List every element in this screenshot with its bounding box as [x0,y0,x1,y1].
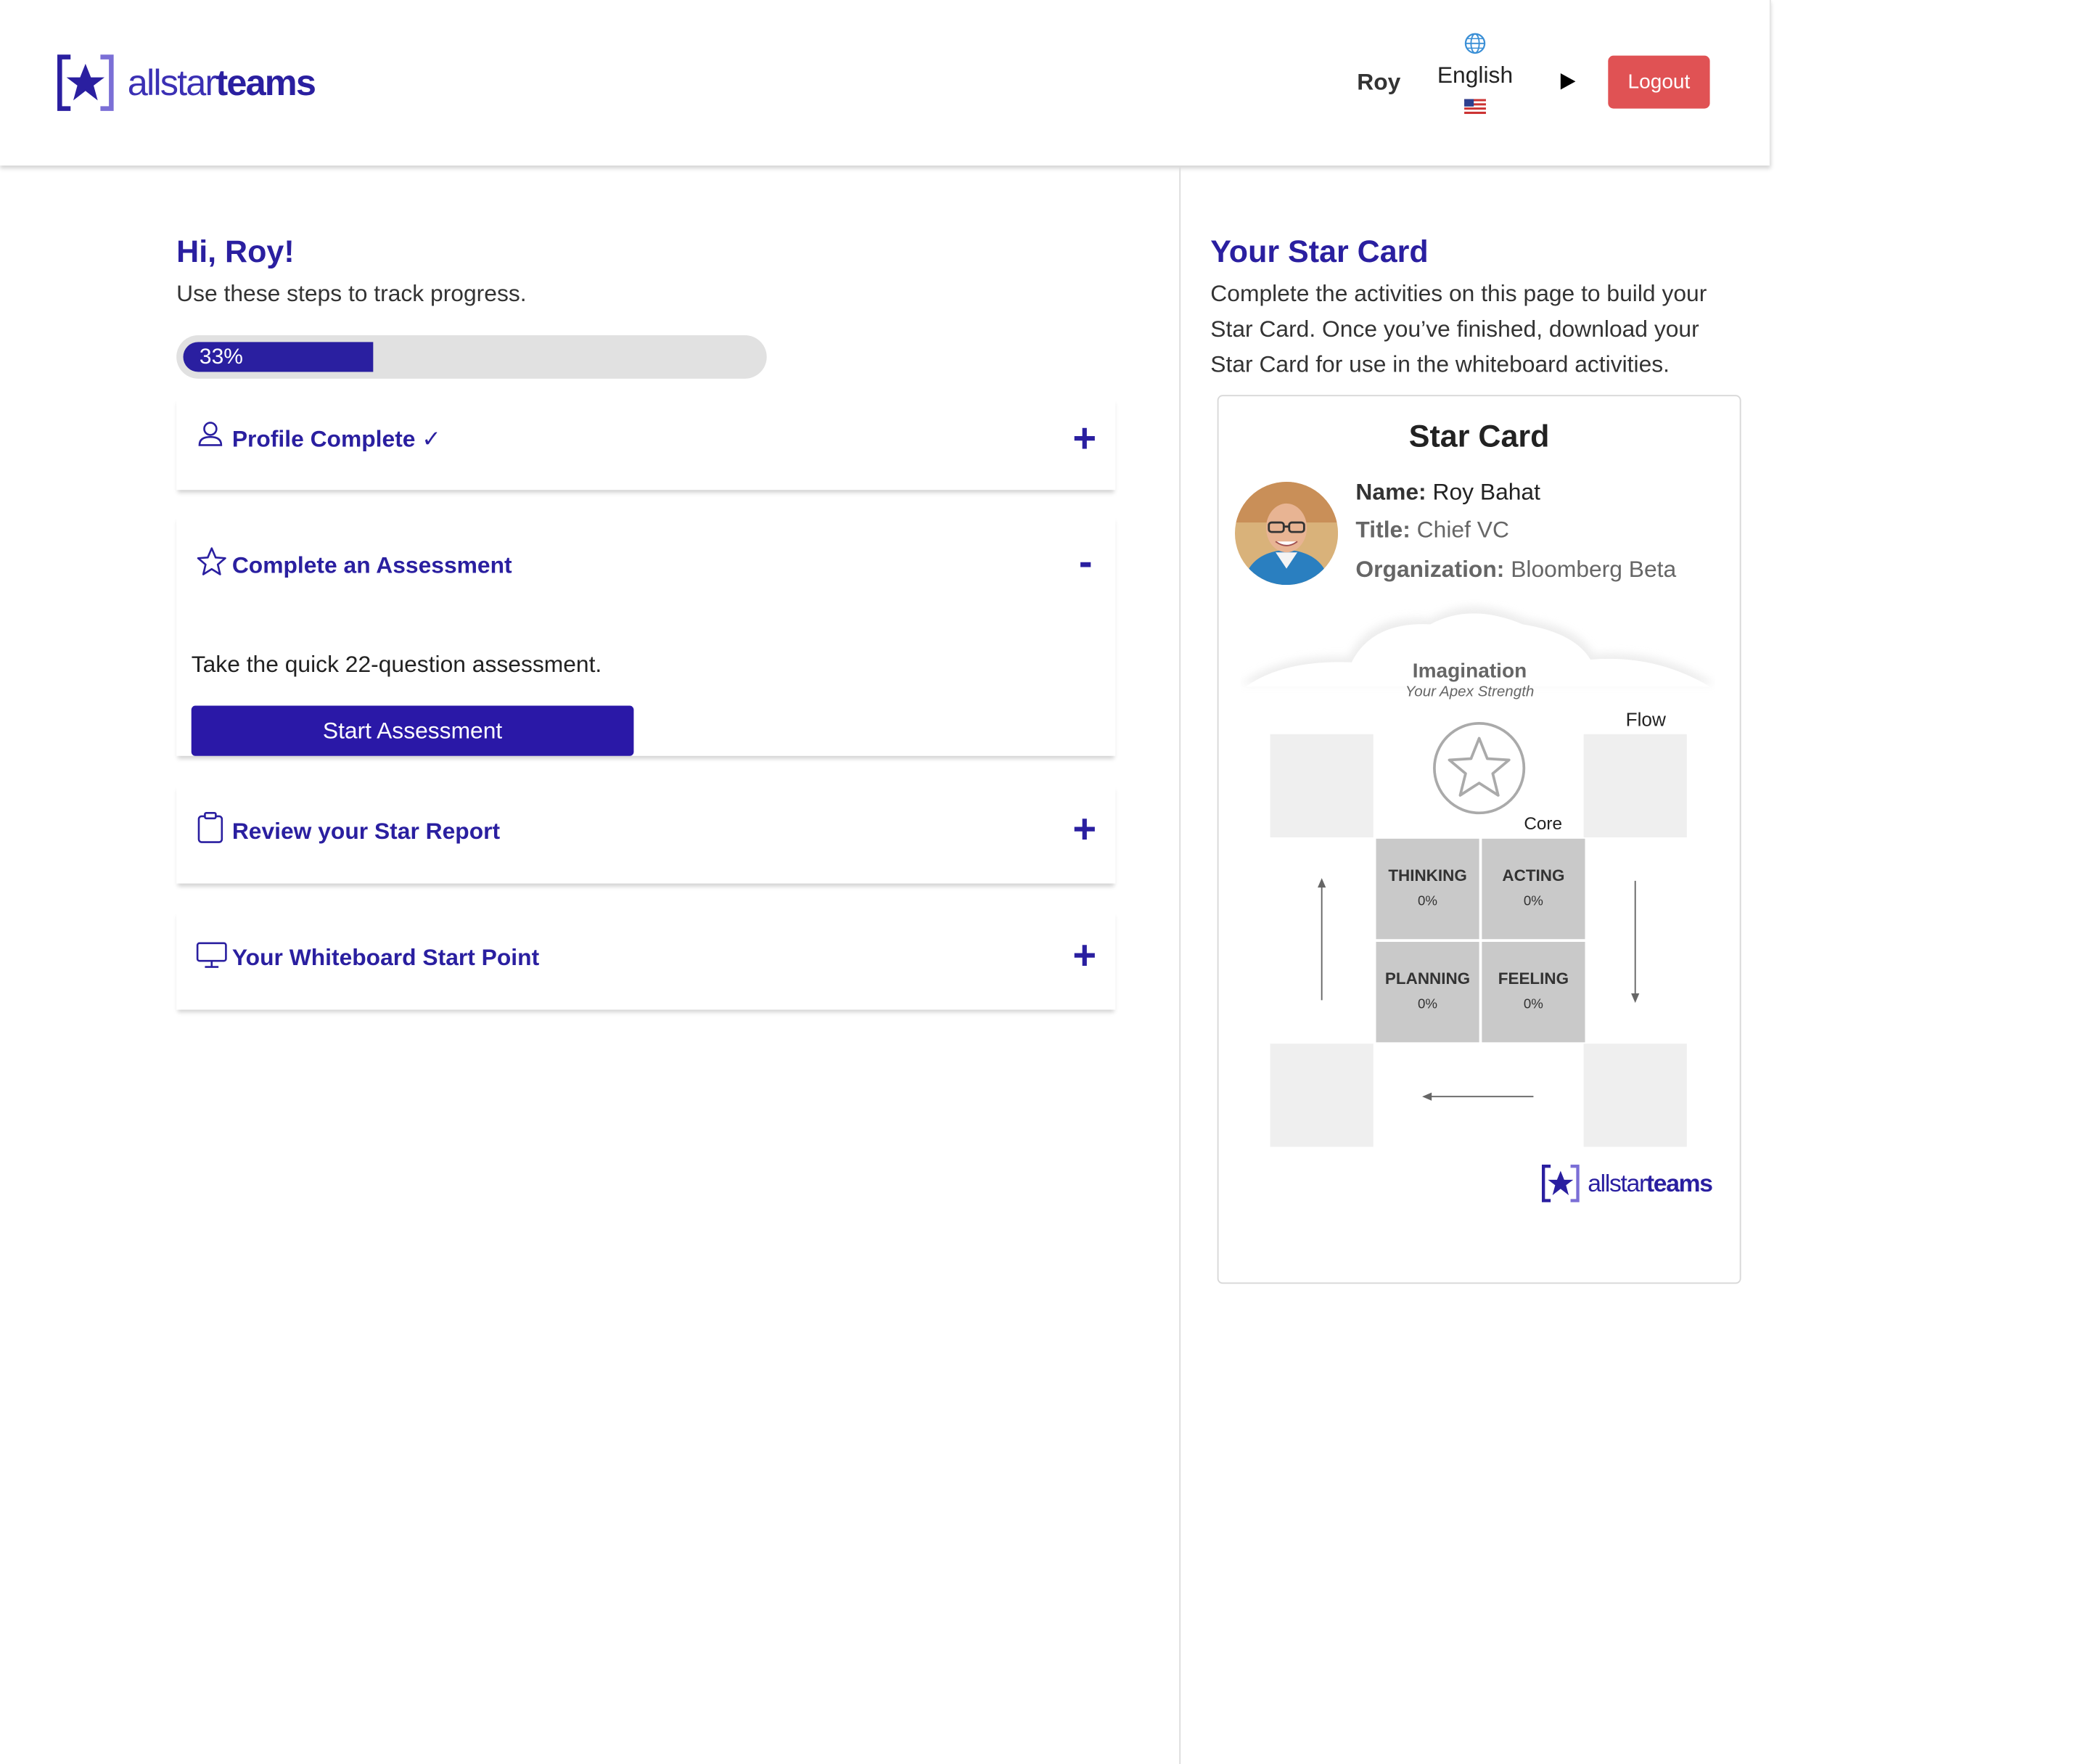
monitor-icon [196,942,227,968]
progress-bar: 33% [176,335,767,379]
star-card-heading: Your Star Card [1210,233,1429,269]
greeting-subtitle: Use these steps to track progress. [176,281,527,307]
step-title: Review your Star Report [231,818,501,845]
star-circle-icon [1433,721,1526,815]
step-body-text: Take the quick 22-question assessment. [191,651,602,678]
step-whiteboard-start-point: Your Whiteboard Start Point + [176,910,1116,1010]
us-flag-icon [1464,99,1486,115]
quadrant-planning: PLANNING 0% [1376,941,1479,1043]
language-selector[interactable]: English [1433,33,1517,115]
top-header: allstarteams Roy English Logout [0,0,1771,166]
avatar [1234,481,1339,586]
language-label: English [1437,62,1514,89]
step-title: Profile Complete ✓ [231,426,441,452]
user-icon [198,422,223,446]
logo-wordmark: allstarteams [127,62,316,103]
arrow-left-icon [1422,1092,1534,1101]
star-card: Star Card Name: Roy Bahat Title: Chief V… [1217,395,1741,1284]
play-icon[interactable] [1560,73,1576,90]
card-title: Star Card [1408,418,1550,454]
card-organization-field: Organization: Bloomberg Beta [1355,556,1677,583]
step-title: Your Whiteboard Start Point [231,944,540,971]
flow-box-bottom-right [1583,1043,1687,1147]
quadrant-acting: ACTING 0% [1482,838,1585,940]
star-bracket-icon [1541,1165,1580,1202]
step-profile-complete: Profile Complete ✓ + [176,397,1116,491]
star-outline-icon [197,547,226,575]
allstarteams-logo[interactable]: allstarteams [57,54,316,112]
logo-wordmark: allstarteams [1588,1169,1713,1197]
quadrant-feeling: FEELING 0% [1482,941,1585,1043]
card-title-field: Title: Chief VC [1355,517,1509,543]
step-complete-assessment: Complete an Assessment - Take the quick … [176,515,1116,756]
step-header[interactable]: Complete an Assessment - [176,516,1115,597]
globe-icon [1464,33,1486,54]
flow-box-top-left [1270,734,1374,837]
arrow-up-icon [1318,878,1326,1001]
arrow-down-icon [1631,880,1640,1004]
profile-photo [1234,481,1339,586]
step-title: Complete an Assessment [231,552,512,578]
step-header[interactable]: Profile Complete ✓ + [176,398,1115,479]
card-name-field: Name: Roy Bahat [1355,479,1540,505]
progress-label: 33% [199,345,243,369]
card-allstarteams-logo: allstarteams [1541,1165,1713,1202]
collapse-toggle[interactable]: - [1079,542,1093,583]
logout-button[interactable]: Logout [1608,55,1710,109]
star-card-description: Complete the activities on this page to … [1210,281,1707,377]
quadrant-thinking: THINKING 0% [1376,838,1479,940]
core-label: Core [1524,813,1563,834]
start-assessment-button[interactable]: Start Assessment [191,705,634,756]
apex-strength-name: Imagination [1412,659,1527,683]
greeting-heading: Hi, Roy! [176,233,295,269]
expand-toggle[interactable]: + [1072,936,1096,977]
expand-toggle[interactable]: + [1072,810,1096,851]
flow-box-bottom-left [1270,1043,1374,1147]
user-name: Roy [1357,69,1401,95]
flow-label: Flow [1625,708,1666,731]
clipboard-icon [197,812,223,843]
step-review-star-report: Review your Star Report + [176,784,1116,884]
column-divider [1179,167,1181,1764]
apex-strength-subtitle: Your Apex Strength [1405,684,1535,701]
step-header[interactable]: Your Whiteboard Start Point + [176,911,1115,992]
core-star [1428,717,1531,820]
flow-box-top-right [1583,734,1687,837]
step-header[interactable]: Review your Star Report + [176,784,1115,866]
expand-toggle[interactable]: + [1072,419,1096,460]
star-bracket-icon [57,54,114,111]
